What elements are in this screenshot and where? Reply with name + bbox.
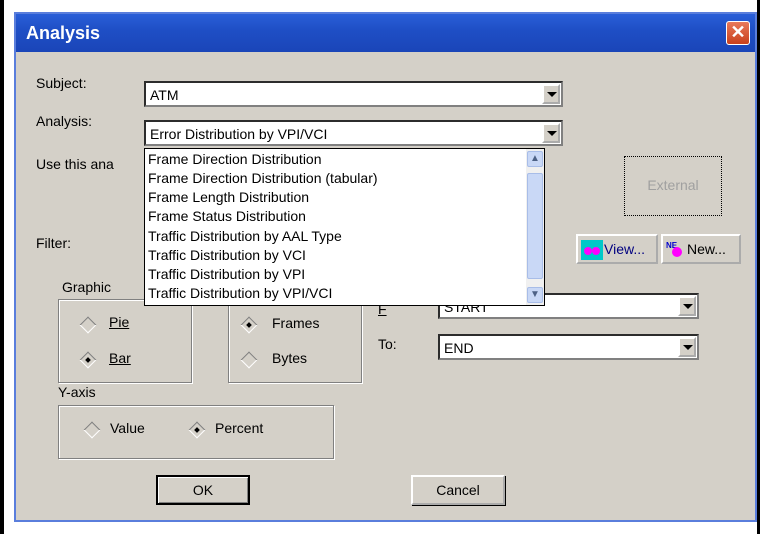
view-filter-button[interactable]: View... <box>576 234 658 264</box>
list-item[interactable]: Traffic Distribution by AAL Type <box>148 228 342 244</box>
cancel-button[interactable]: Cancel <box>411 475 505 505</box>
new-filter-button[interactable]: NE New... <box>661 234 741 264</box>
binoculars-icon <box>581 240 603 260</box>
external-button[interactable]: External <box>624 156 722 216</box>
scroll-up-icon[interactable]: ▲ <box>527 151 543 167</box>
new-filter-icon: NE <box>666 241 682 257</box>
chevron-down-icon[interactable] <box>678 337 696 357</box>
subject-combo[interactable]: ATM <box>144 81 563 107</box>
window-title: Analysis <box>26 23 101 43</box>
list-item[interactable]: Frame Direction Distribution (tabular) <box>148 170 378 186</box>
analysis-dialog: Analysis ✕ Subject: ATM Analysis: Error … <box>14 12 757 522</box>
graphic-label: Graphic <box>62 279 112 295</box>
bar-label[interactable]: Bar <box>109 350 131 366</box>
pie-label[interactable]: Pie <box>109 314 129 330</box>
percent-label[interactable]: Percent <box>215 420 263 436</box>
scroll-thumb[interactable] <box>527 173 543 279</box>
list-scrollbar[interactable]: ▲ ▼ <box>526 149 544 305</box>
chevron-down-icon[interactable] <box>678 296 696 316</box>
view-label: View... <box>604 241 645 257</box>
subject-value: ATM <box>150 87 179 103</box>
to-value: END <box>444 340 474 356</box>
frames-label[interactable]: Frames <box>272 315 319 331</box>
analysis-combo[interactable]: Error Distribution by VPI/VCI <box>144 120 563 146</box>
chevron-down-icon[interactable] <box>542 123 560 143</box>
screen-border <box>0 0 4 534</box>
subject-label: Subject: <box>36 75 87 91</box>
close-button[interactable]: ✕ <box>726 21 750 45</box>
list-item[interactable]: Frame Status Distribution <box>148 208 306 224</box>
use-analysis-text: Use this ana <box>36 156 114 172</box>
ok-button[interactable]: OK <box>156 475 250 505</box>
scroll-down-icon[interactable]: ▼ <box>527 287 543 303</box>
close-icon: ✕ <box>730 22 746 42</box>
screen-border-right <box>757 0 765 534</box>
list-item[interactable]: Frame Length Distribution <box>148 189 309 205</box>
analysis-value: Error Distribution by VPI/VCI <box>150 126 328 142</box>
bytes-label[interactable]: Bytes <box>272 350 307 366</box>
value-label[interactable]: Value <box>110 420 145 436</box>
title-bar[interactable]: Analysis ✕ <box>16 14 755 52</box>
list-item[interactable]: Traffic Distribution by VCI <box>148 247 306 263</box>
analysis-dropdown-list[interactable]: Frame Direction Distribution Frame Direc… <box>144 148 545 306</box>
units-group <box>228 299 362 383</box>
to-combo[interactable]: END <box>438 334 699 360</box>
filter-label: Filter: <box>36 235 71 251</box>
chevron-down-icon[interactable] <box>542 84 560 104</box>
list-item[interactable]: Traffic Distribution by VPI <box>148 266 305 282</box>
analysis-label: Analysis: <box>36 113 93 129</box>
yaxis-label: Y-axis <box>58 384 96 400</box>
list-item[interactable]: Frame Direction Distribution <box>148 151 322 167</box>
list-item[interactable]: Traffic Distribution by VPI/VCI <box>148 285 332 301</box>
graphic-group <box>58 299 192 383</box>
new-label: New... <box>687 241 726 257</box>
to-label: To: <box>378 336 397 352</box>
